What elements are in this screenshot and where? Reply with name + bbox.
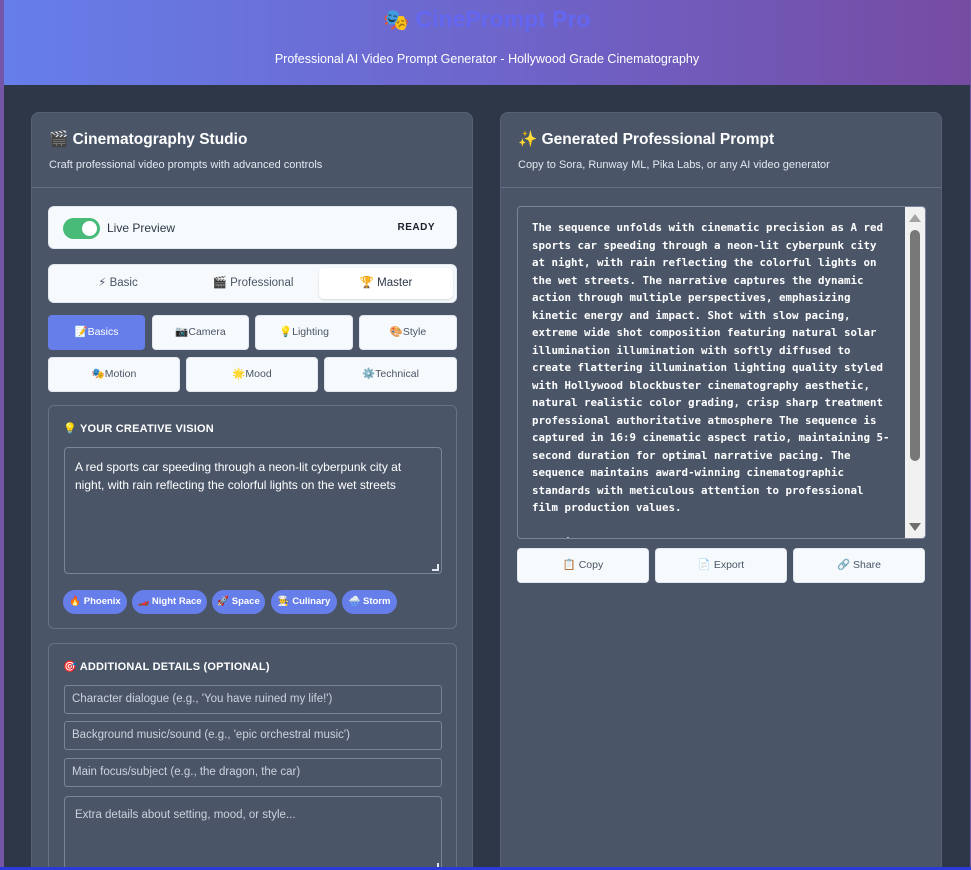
extra-details-textarea[interactable]: Extra details about setting, mood, or st… <box>64 796 442 867</box>
additional-details-title: 🎯 ADDITIONAL DETAILS (OPTIONAL) <box>63 661 270 673</box>
app-frame: 🎭 CinePrompt Pro Professional AI Video Pr… <box>4 0 970 867</box>
brand: 🎭 CinePrompt Pro <box>4 6 970 33</box>
focus-input[interactable]: Main focus/subject (e.g., the dragon, th… <box>64 758 442 787</box>
masks-icon: 🎭 <box>383 9 410 32</box>
creative-vision-textarea[interactable]: A red sports car speeding through a neon… <box>64 447 442 574</box>
creative-vision-value: A red sports car speeding through a neon… <box>75 460 402 492</box>
output-subtitle: Copy to Sora, Runway ML, Pika Labs, or a… <box>518 159 830 171</box>
studio-title: 🎬 Cinematography Studio <box>49 131 248 148</box>
extra-details-placeholder: Extra details about setting, mood, or st… <box>75 809 296 821</box>
app-title: CinePrompt Pro <box>415 6 591 32</box>
toggle-knob <box>82 221 97 236</box>
preset-storm-chip[interactable]: 🌧️ Storm <box>342 590 397 614</box>
tab-camera[interactable]: 📷Camera <box>152 315 249 350</box>
live-preview-label: Live Preview <box>107 221 176 235</box>
resize-handle-icon[interactable] <box>432 564 439 571</box>
output-title: ✨ Generated Professional Prompt <box>518 131 775 148</box>
preset-culinary-chip[interactable]: 👨‍🍳 Culinary <box>271 590 337 614</box>
app-subtitle: Professional AI Video Prompt Generator -… <box>274 52 700 66</box>
output-header: ✨ Generated Professional Prompt Copy to … <box>501 113 941 188</box>
tab-mood[interactable]: 🌟Mood <box>186 357 318 392</box>
additional-details-section: 🎯 ADDITIONAL DETAILS (OPTIONAL) Characte… <box>48 643 457 867</box>
prompt-scrollbar[interactable] <box>905 207 925 538</box>
creative-vision-section: 💡 YOUR CREATIVE VISION A red sports car … <box>48 405 457 629</box>
level-selector: ⚡ Basic 🎬 Professional 🏆 Master <box>48 264 457 303</box>
live-preview-toggle[interactable] <box>63 218 100 239</box>
share-button[interactable]: 🔗 Share <box>793 548 925 583</box>
live-preview-bar: Live Preview READY <box>48 206 457 249</box>
preset-night-race-chip[interactable]: 🏎️ Night Race <box>132 590 207 614</box>
preset-space-chip[interactable]: 🚀 Space <box>212 590 265 614</box>
tab-lighting[interactable]: 💡Lighting <box>255 315 353 350</box>
level-basic[interactable]: ⚡ Basic <box>51 268 185 299</box>
export-button[interactable]: 📄 Export <box>655 548 787 583</box>
dialogue-input[interactable]: Character dialogue (e.g., 'You have ruin… <box>64 685 442 714</box>
scroll-down-icon[interactable] <box>909 523 921 531</box>
preset-phoenix-chip[interactable]: 🔥 Phoenix <box>63 590 127 614</box>
status-badge: READY <box>397 222 435 233</box>
tab-basics[interactable]: 📝Basics <box>48 315 145 350</box>
level-master[interactable]: 🏆 Master <box>319 268 453 299</box>
creative-vision-title: 💡 YOUR CREATIVE VISION <box>63 423 214 435</box>
tab-style[interactable]: 🎨Style <box>359 315 457 350</box>
studio-header: 🎬 Cinematography Studio Craft profession… <box>32 113 472 188</box>
generated-prompt-text: The sequence unfolds with cinematic prec… <box>532 221 890 538</box>
level-professional[interactable]: 🎬 Professional <box>186 268 320 299</box>
tab-technical[interactable]: ⚙️Technical <box>324 357 457 392</box>
studio-panel: 🎬 Cinematography Studio Craft profession… <box>31 112 473 867</box>
studio-subtitle: Craft professional video prompts with ad… <box>49 159 323 171</box>
copy-button[interactable]: 📋 Copy <box>517 548 649 583</box>
scroll-up-icon[interactable] <box>909 214 921 222</box>
music-input[interactable]: Background music/sound (e.g., 'epic orch… <box>64 721 442 750</box>
generated-prompt-box[interactable]: The sequence unfolds with cinematic prec… <box>517 206 926 539</box>
app-header: 🎭 CinePrompt Pro Professional AI Video Pr… <box>4 0 970 85</box>
tab-motion[interactable]: 🎭Motion <box>48 357 180 392</box>
output-panel: ✨ Generated Professional Prompt Copy to … <box>500 112 942 867</box>
scrollbar-thumb[interactable] <box>910 230 920 461</box>
